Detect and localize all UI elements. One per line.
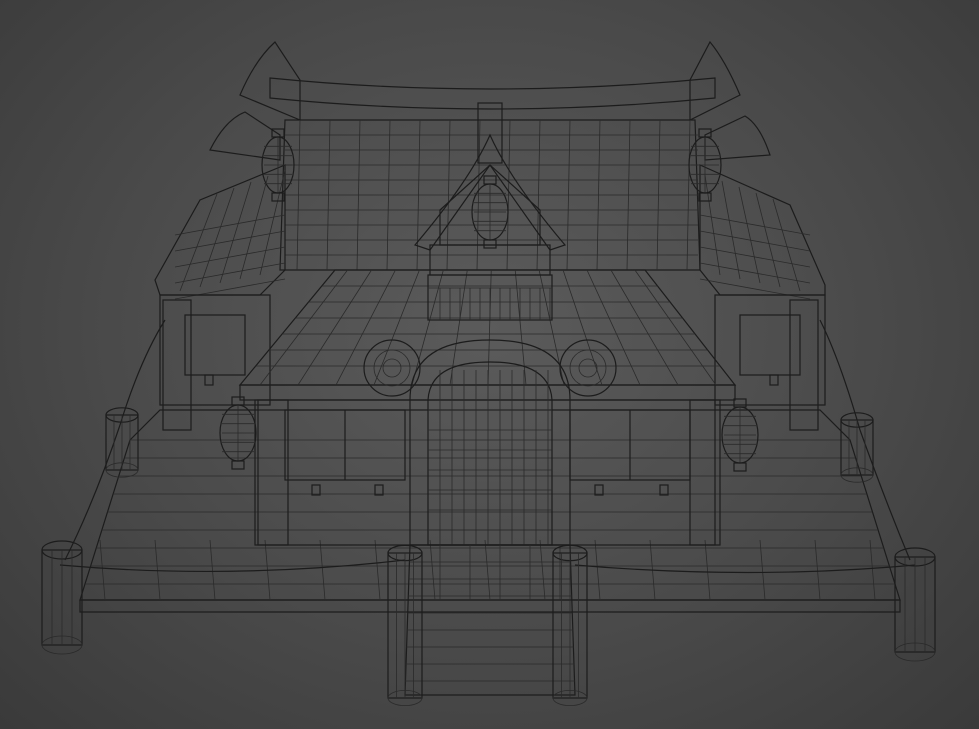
- side-roof-right: [699, 164, 826, 300]
- porch-roof: [238, 269, 737, 401]
- front-wall: [254, 399, 716, 546]
- arched-door: [363, 339, 617, 546]
- 3d-viewport[interactable]: [0, 0, 979, 729]
- wireframe-model: [41, 40, 936, 707]
- wooden-deck: [79, 409, 901, 613]
- side-roof-left: [154, 164, 286, 300]
- right-wing-wall: [714, 294, 826, 406]
- left-wing-wall: [159, 294, 271, 406]
- fence-posts: [41, 407, 936, 707]
- front-columns: [162, 299, 819, 546]
- rope-fence: [59, 319, 916, 574]
- front-stairs: [404, 544, 576, 696]
